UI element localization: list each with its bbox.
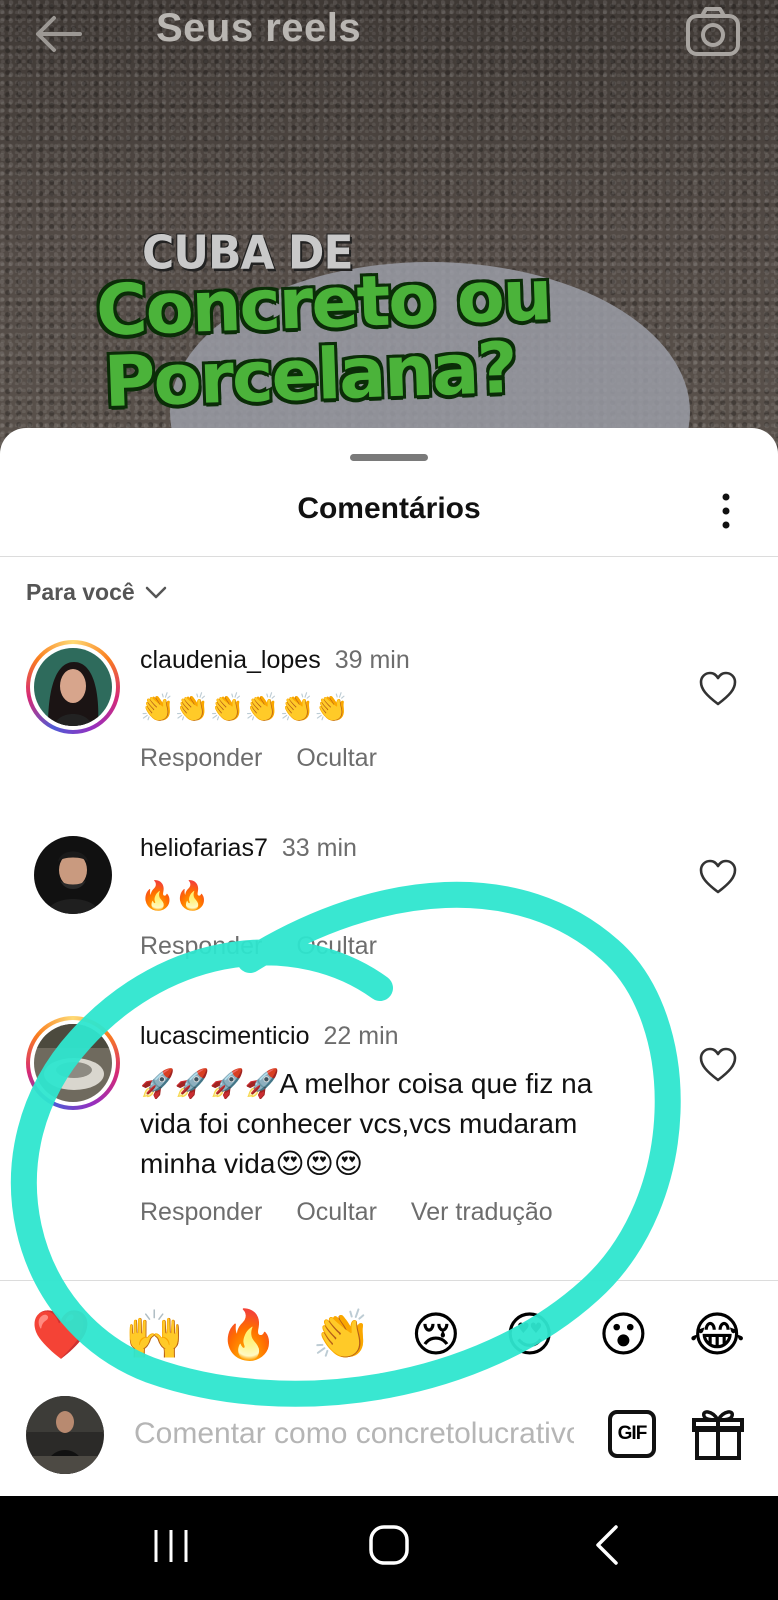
home-icon[interactable] [366, 1522, 412, 1568]
emoji-crying-button[interactable]: 😢 [403, 1302, 469, 1368]
heart-icon[interactable] [698, 670, 738, 708]
drag-handle[interactable] [350, 454, 428, 461]
divider [0, 556, 778, 557]
comment-time: 39 min [334, 646, 410, 674]
comment-composer: GIF [0, 1392, 778, 1478]
reel-video-preview[interactable]: CUBA DE Concreto ou Porcelana? Seus reel… [0, 0, 778, 470]
reply-button[interactable]: Responder [140, 744, 262, 772]
user-photo [34, 648, 112, 726]
avatar[interactable] [26, 640, 120, 734]
comment-text: 🚀🚀🚀🚀A melhor coisa que fiz na vida foi c… [140, 1068, 593, 1179]
comment-time: 33 min [281, 834, 357, 862]
heart-icon[interactable] [698, 858, 738, 896]
video-headline-line2: Porcelana? [102, 326, 518, 424]
hide-button[interactable]: Ocultar [296, 1198, 377, 1226]
emoji-heart-eyes-button[interactable]: 😍 [497, 1302, 563, 1368]
chevron-down-icon [145, 586, 166, 599]
gif-button[interactable]: GIF [608, 1410, 656, 1458]
comment-text: 👏👏👏👏👏👏 [140, 692, 350, 723]
back-icon[interactable] [592, 1522, 622, 1568]
comment-input[interactable] [134, 1412, 574, 1456]
sort-dropdown[interactable]: Para você [26, 574, 169, 610]
hide-button[interactable]: Ocultar [296, 744, 377, 772]
quick-emoji-bar: ❤️ 🙌 🔥 👏 😢 😍 😮 😂 [0, 1300, 778, 1370]
user-photo [34, 1024, 112, 1102]
heart-icon[interactable] [698, 1046, 738, 1084]
emoji-heart-button[interactable]: ❤️ [28, 1302, 94, 1368]
comment-time: 22 min [323, 1022, 399, 1050]
translate-button[interactable]: Ver tradução [411, 1198, 553, 1226]
emoji-surprised-button[interactable]: 😮 [590, 1302, 656, 1368]
sheet-title: Comentários [297, 492, 481, 525]
sort-label: Para você [26, 578, 135, 605]
divider [0, 1280, 778, 1281]
reply-button[interactable]: Responder [140, 1198, 262, 1226]
emoji-clap-button[interactable]: 👏 [309, 1302, 375, 1368]
emoji-raised-hands-button[interactable]: 🙌 [122, 1302, 188, 1368]
emoji-fire-button[interactable]: 🔥 [215, 1302, 281, 1368]
comment-text: 🔥🔥 [140, 880, 210, 911]
comment-username[interactable]: claudenia_lopes [140, 646, 321, 674]
recent-apps-icon[interactable] [150, 1524, 192, 1568]
arrow-left-icon[interactable] [30, 12, 86, 56]
more-options-icon[interactable] [710, 490, 742, 532]
avatar[interactable] [26, 828, 120, 922]
avatar [26, 1396, 104, 1474]
emoji-laughing-button[interactable]: 😂 [684, 1302, 750, 1368]
user-photo [34, 836, 112, 914]
comment-username[interactable]: lucascimenticio [140, 1022, 310, 1050]
hide-button[interactable]: Ocultar [296, 932, 377, 960]
page-title: Seus reels [156, 6, 362, 50]
system-nav-bar [0, 1496, 778, 1600]
gift-icon[interactable] [692, 1406, 744, 1462]
camera-icon[interactable] [684, 4, 742, 60]
reply-button[interactable]: Responder [140, 932, 262, 960]
top-bar: Seus reels [0, 0, 778, 64]
comment-username[interactable]: heliofarias7 [140, 834, 268, 862]
avatar[interactable] [26, 1016, 120, 1110]
